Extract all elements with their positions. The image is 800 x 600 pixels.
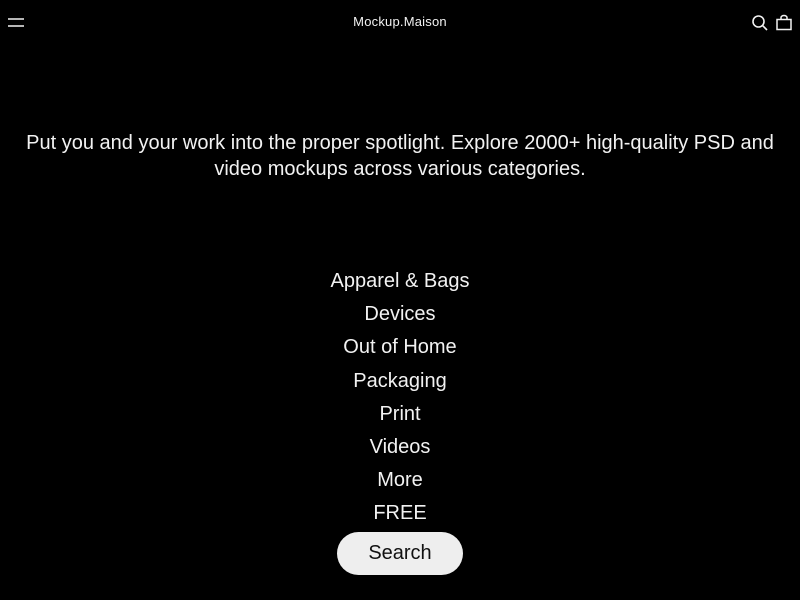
category-list: Apparel & Bags Devices Out of Home Packa… — [0, 265, 800, 531]
category-item: Packaging — [0, 365, 800, 398]
brand-logo-container: Mockup.Maison — [0, 14, 800, 29]
category-link-free[interactable]: FREE — [373, 502, 426, 524]
category-link-devices[interactable]: Devices — [364, 303, 435, 325]
menu-button[interactable] — [7, 14, 25, 32]
site-header: Mockup.Maison — [0, 0, 800, 46]
category-item: Videos — [0, 431, 800, 464]
page: Mockup.Maison Put you and your work into… — [0, 0, 800, 600]
cart-button[interactable] — [775, 14, 793, 32]
category-item: Devices — [0, 298, 800, 331]
search-button[interactable]: Search — [337, 532, 463, 575]
category-link-packaging[interactable]: Packaging — [353, 370, 446, 392]
category-link-videos[interactable]: Videos — [370, 436, 431, 458]
search-icon — [752, 15, 768, 31]
shopping-bag-icon — [776, 14, 792, 31]
category-link-apparel-bags[interactable]: Apparel & Bags — [331, 270, 470, 292]
category-item: Out of Home — [0, 331, 800, 364]
category-item: FREE — [0, 497, 800, 530]
category-item: Print — [0, 398, 800, 431]
category-link-print[interactable]: Print — [379, 403, 420, 425]
category-link-more[interactable]: More — [377, 469, 423, 491]
brand-logo[interactable]: Mockup.Maison — [353, 14, 447, 29]
category-item: More — [0, 464, 800, 497]
hamburger-menu-icon — [8, 18, 24, 27]
intro-text: Put you and your work into the proper sp… — [26, 132, 774, 180]
category-link-out-of-home[interactable]: Out of Home — [343, 336, 456, 358]
category-item: Apparel & Bags — [0, 265, 800, 298]
header-search-button[interactable] — [751, 14, 769, 32]
